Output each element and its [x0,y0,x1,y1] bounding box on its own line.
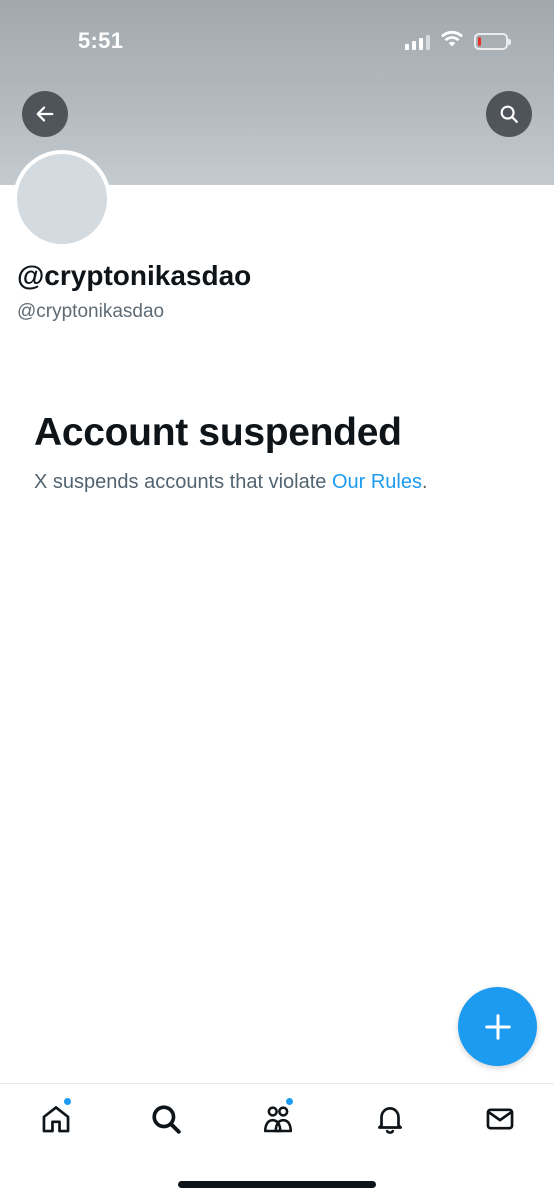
arrow-left-icon [36,106,54,122]
mail-icon [486,1108,514,1130]
plus-icon [484,1013,511,1040]
nav-search[interactable] [146,1099,186,1139]
bell-icon [378,1107,402,1134]
status-icons [405,30,511,53]
search-button[interactable] [486,91,532,137]
our-rules-link[interactable]: Our Rules [332,471,422,493]
battery-level [478,37,481,46]
nav-notifications[interactable] [370,1099,410,1139]
search-icon [500,105,518,123]
status-time: 5:51 [78,28,124,53]
battery-low-icon [474,33,511,50]
suspended-message: X suspends accounts that violate Our Rul… [34,471,428,494]
profile-display-name: @cryptonikasdao [17,260,252,291]
notification-dot [285,1097,294,1106]
suspended-title: Account suspended [34,411,402,454]
notification-dot [63,1097,72,1106]
suspended-message-text: X suspends accounts that violate [34,471,332,493]
cellular-signal-icon [405,34,430,50]
profile-handle: @cryptonikasdao [17,301,165,322]
nav-communities[interactable] [258,1097,298,1139]
search-icon [152,1105,181,1134]
home-icon [42,1106,70,1133]
communities-icon [263,1106,293,1133]
suspended-message-suffix: . [422,471,428,493]
nav-home[interactable] [36,1097,76,1139]
nav-messages[interactable] [480,1099,520,1139]
avatar[interactable] [13,150,111,248]
wifi-icon [440,30,464,53]
home-indicator[interactable] [178,1181,376,1188]
back-button[interactable] [22,91,68,137]
compose-button[interactable] [458,987,537,1066]
